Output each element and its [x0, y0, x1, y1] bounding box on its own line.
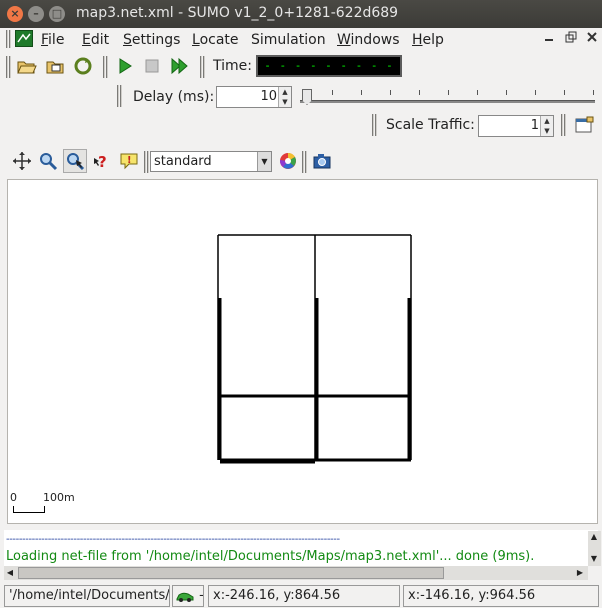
toolbar-separator: [200, 56, 205, 78]
color-scheme-value: standard: [154, 154, 212, 169]
title-bar: × – □ map3.net.xml - SUMO v1_2_0+1281-62…: [0, 0, 602, 28]
scrollbar-thumb[interactable]: [18, 567, 444, 579]
car-icon: [176, 592, 194, 602]
toolbar-separator: [103, 56, 108, 78]
slider-tick: [593, 90, 594, 95]
message-window[interactable]: ----------------------------------------…: [4, 530, 598, 566]
vehicle-dash: -: [199, 588, 204, 603]
scale-traffic-spinner[interactable]: 1 ▲ ▼: [478, 115, 554, 137]
mdi-restore-button[interactable]: [563, 31, 579, 46]
slider-tick: [506, 90, 507, 95]
sumo-app-icon[interactable]: [15, 30, 33, 47]
scale-bar-ruler: [13, 506, 45, 513]
spin-up-icon[interactable]: ▲: [279, 87, 291, 97]
toolbar-grip[interactable]: [561, 114, 566, 136]
maximize-window-button[interactable]: □: [49, 6, 65, 22]
run-simulation-icon[interactable]: [113, 54, 137, 78]
toolbar-grip[interactable]: [117, 85, 122, 107]
slider-tick: [477, 90, 478, 95]
open-network-icon[interactable]: [43, 54, 67, 78]
message-log-line: Loading net-file from '/home/intel/Docum…: [6, 549, 535, 564]
time-display: - - - - - - - - - - - - - - -: [256, 55, 402, 77]
open-folder-icon[interactable]: [14, 54, 38, 78]
status-vehicle-indicator: -: [172, 585, 204, 607]
delay-value: 10: [260, 89, 277, 104]
toolbar-separator: [144, 151, 149, 173]
network-view-canvas[interactable]: [7, 179, 598, 524]
slider-tick: [419, 90, 420, 95]
message-horizontal-scrollbar[interactable]: ◀ ▶: [4, 566, 588, 580]
menu-windows[interactable]: Windows: [337, 32, 400, 48]
svg-text:!: !: [127, 155, 132, 166]
zoom-icon[interactable]: [36, 149, 60, 173]
scale-traffic-value: 1: [530, 118, 539, 133]
menu-edit[interactable]: Edit: [82, 32, 109, 48]
delay-label: Delay (ms):: [133, 89, 215, 105]
status-message: '/home/intel/Documents/Maps/map3.net.xml…: [4, 585, 170, 607]
message-vertical-scrollbar[interactable]: ▲ ▼: [588, 531, 601, 566]
tooltip-toggle-icon[interactable]: !: [117, 149, 141, 173]
window-title: map3.net.xml - SUMO v1_2_0+1281-622d689: [76, 5, 399, 21]
color-scheme-select[interactable]: standard ▼: [150, 151, 272, 172]
slider-tick: [448, 90, 449, 95]
screenshot-camera-icon[interactable]: [310, 149, 334, 173]
step-simulation-icon[interactable]: [167, 54, 191, 78]
slider-tick: [332, 90, 333, 95]
toolbar-grip[interactable]: [372, 114, 377, 136]
recenter-view-icon[interactable]: [10, 149, 34, 173]
delay-slider[interactable]: [300, 100, 595, 103]
status-geo-coords: x:-146.16, y:964.56: [403, 585, 599, 607]
menu-simulation[interactable]: Simulation: [251, 32, 326, 48]
locate-junction-icon[interactable]: [63, 149, 87, 173]
status-cursor-coords: x:-246.16, y:864.56: [208, 585, 400, 607]
scale-zero-label: 0: [10, 491, 17, 504]
scroll-down-icon[interactable]: ▼: [588, 553, 600, 565]
menu-locate[interactable]: Locate: [192, 32, 239, 48]
minimize-window-button[interactable]: –: [28, 6, 44, 22]
scale-distance-label: 100m: [43, 491, 75, 504]
query-info-icon[interactable]: ?: [90, 149, 114, 173]
delay-spinner[interactable]: 10 ▲ ▼: [216, 86, 292, 108]
time-label: Time:: [213, 58, 252, 74]
mdi-minimize-button[interactable]: [541, 31, 557, 46]
road-network-map[interactable]: [8, 180, 597, 523]
window-list-icon[interactable]: [572, 114, 596, 138]
slider-tick: [564, 90, 565, 95]
color-wheel-icon[interactable]: [276, 149, 300, 173]
slider-tick: [361, 90, 362, 95]
stop-simulation-icon[interactable]: [140, 54, 164, 78]
message-separator: ----------------------------------------…: [6, 534, 340, 545]
spin-up-icon[interactable]: ▲: [541, 116, 553, 126]
chevron-down-icon[interactable]: ▼: [257, 152, 271, 171]
toolbar-grip[interactable]: [6, 56, 11, 78]
spin-down-icon[interactable]: ▼: [279, 97, 291, 107]
toolbar-separator: [302, 151, 307, 173]
mdi-close-button[interactable]: [584, 31, 600, 46]
reload-icon[interactable]: [71, 54, 95, 78]
scroll-left-icon[interactable]: ◀: [4, 567, 16, 579]
menu-settings[interactable]: Settings: [123, 32, 180, 48]
menu-help[interactable]: Help: [412, 32, 444, 48]
spin-down-icon[interactable]: ▼: [541, 126, 553, 136]
slider-tick: [535, 90, 536, 95]
toolbar-grip[interactable]: [6, 30, 11, 48]
scale-traffic-label: Scale Traffic:: [386, 117, 475, 133]
scroll-right-icon[interactable]: ▶: [574, 567, 586, 579]
menu-file[interactable]: File: [41, 32, 64, 48]
scroll-up-icon[interactable]: ▲: [588, 531, 600, 543]
svg-text:?: ?: [98, 153, 107, 171]
slider-tick: [390, 90, 391, 95]
close-window-button[interactable]: ×: [7, 6, 23, 22]
